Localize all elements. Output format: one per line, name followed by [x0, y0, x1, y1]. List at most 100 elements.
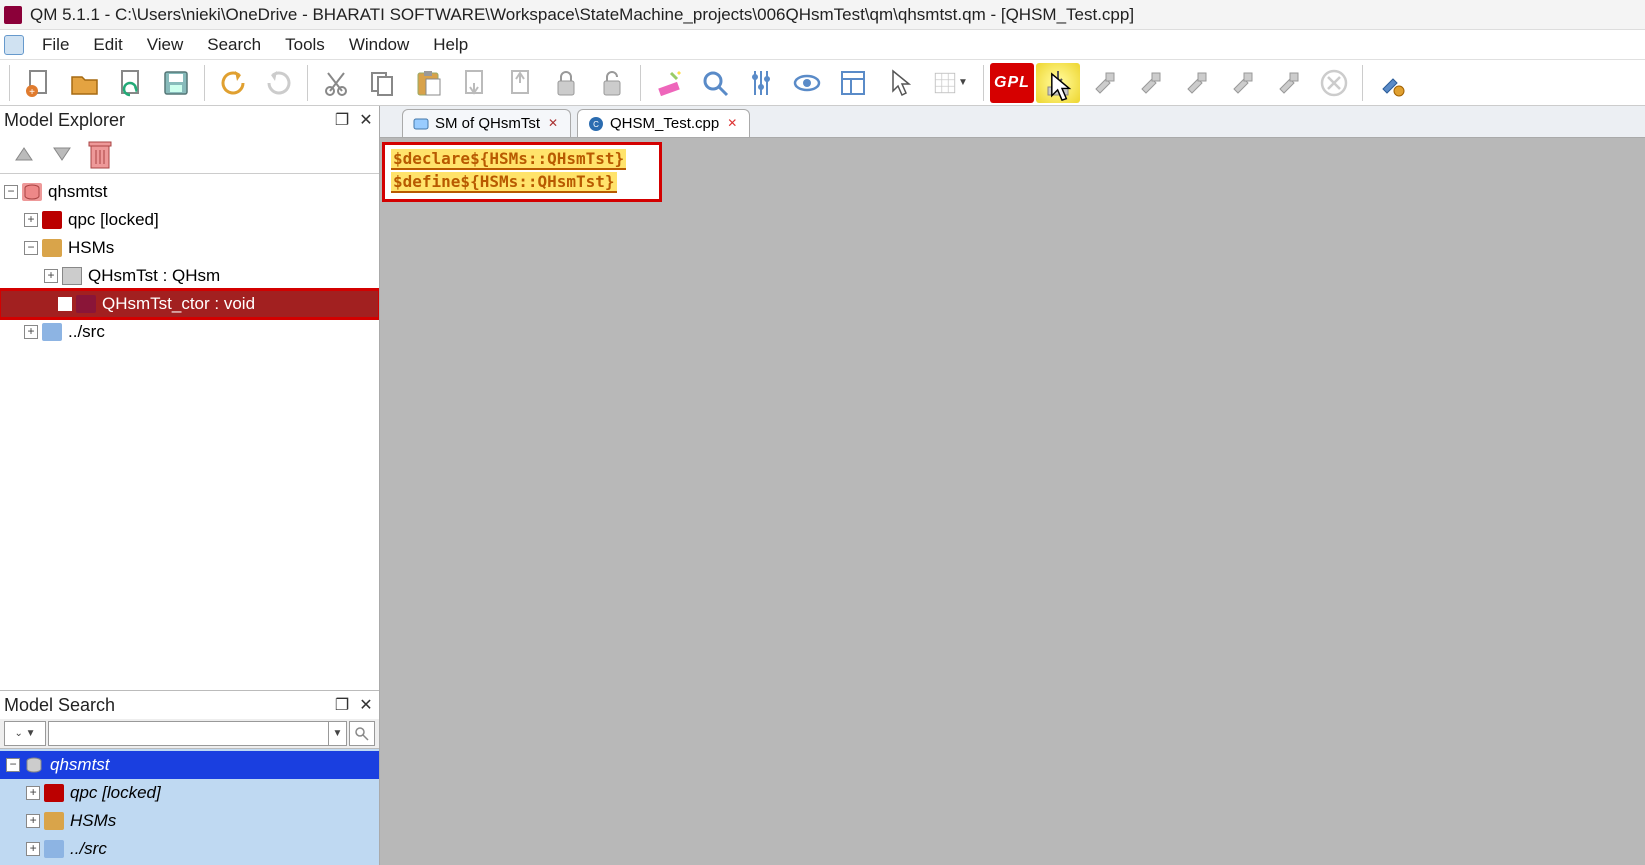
save-button[interactable] — [154, 63, 198, 103]
model-explorer-header: Model Explorer ❐ ✕ — [0, 106, 379, 134]
toolbar: + — [0, 60, 1645, 106]
model-icon — [22, 183, 42, 201]
window-title: QM 5.1.1 - C:\Users\nieki\OneDrive - BHA… — [30, 5, 1134, 25]
search-results-tree[interactable]: − qhsmtst + qpc [locked] + HSMs + — [0, 749, 379, 865]
tree-node-root[interactable]: − qhsmtst — [0, 178, 379, 206]
menu-help[interactable]: Help — [421, 33, 480, 57]
close-icon[interactable]: ✕ — [357, 111, 375, 129]
menu-search[interactable]: Search — [195, 33, 273, 57]
folder-icon — [44, 840, 64, 858]
package-icon — [42, 211, 62, 229]
tree-node-hsms[interactable]: − HSMs — [0, 234, 379, 262]
lock-button[interactable] — [544, 63, 588, 103]
editor-area[interactable]: $declare${HSMs::QHsmTst} $define${HSMs::… — [380, 138, 1645, 865]
search-history-dropdown[interactable]: ▼ — [328, 722, 346, 745]
svg-text:+: + — [29, 87, 35, 98]
close-icon[interactable]: ✕ — [725, 117, 739, 131]
code-highlight-box: $declare${HSMs::QHsmTst} $define${HSMs::… — [382, 142, 662, 202]
class-icon — [62, 267, 82, 285]
model-explorer-tree[interactable]: − qhsmtst + qpc [locked] − HSMs + QHsmTs… — [0, 174, 379, 690]
close-icon[interactable]: ✕ — [357, 696, 375, 714]
search-input[interactable] — [49, 722, 328, 745]
build-button-5[interactable] — [1266, 63, 1310, 103]
undo-button[interactable] — [211, 63, 255, 103]
model-search-title: Model Search — [4, 695, 115, 716]
svg-text:C: C — [593, 120, 599, 129]
explorer-toolbar — [0, 134, 379, 174]
tools-config-button[interactable] — [1369, 63, 1413, 103]
grid-dropdown[interactable]: ▼ — [923, 63, 977, 103]
folder-icon — [44, 812, 64, 830]
chevron-down-icon: ⌄ ▼ — [14, 728, 35, 739]
build-button-4[interactable] — [1220, 63, 1264, 103]
statemachine-icon — [413, 116, 429, 132]
operation-icon — [76, 295, 96, 313]
move-up-button[interactable] — [10, 140, 38, 168]
search-scope-dropdown[interactable]: ⌄ ▼ — [4, 721, 46, 746]
tab-label: SM of QHsmTst — [435, 115, 540, 132]
search-node-qpc[interactable]: + qpc [locked] — [0, 779, 379, 807]
tree-node-src[interactable]: + ../src — [0, 318, 379, 346]
paste-button[interactable] — [406, 63, 450, 103]
build-button-2[interactable] — [1128, 63, 1172, 103]
code-line[interactable]: $declare${HSMs::QHsmTst} — [391, 149, 626, 170]
close-icon[interactable]: ✕ — [546, 117, 560, 131]
chevron-down-icon: ▼ — [958, 77, 968, 88]
menu-tools[interactable]: Tools — [273, 33, 337, 57]
layout-button[interactable] — [831, 63, 875, 103]
tab-label: QHSM_Test.cpp — [610, 115, 719, 132]
move-down-button[interactable] — [48, 140, 76, 168]
code-line[interactable]: $define${HSMs::QHsmTst} — [391, 172, 617, 193]
redo-button[interactable] — [257, 63, 301, 103]
menu-view[interactable]: View — [135, 33, 196, 57]
find-button[interactable] — [693, 63, 737, 103]
unlock-button[interactable] — [590, 63, 634, 103]
restore-icon[interactable]: ❐ — [333, 111, 351, 129]
settings-button[interactable] — [739, 63, 783, 103]
tree-node-qhsmtst-class[interactable]: + QHsmTst : QHsm — [0, 262, 379, 290]
import-button[interactable] — [452, 63, 496, 103]
tree-node-qpc[interactable]: + qpc [locked] — [0, 206, 379, 234]
build-button-3[interactable] — [1174, 63, 1218, 103]
model-search-header: Model Search ❐ ✕ — [0, 691, 379, 719]
search-go-button[interactable] — [349, 721, 375, 746]
chevron-down-icon: ▼ — [333, 728, 343, 739]
title-bar: QM 5.1.1 - C:\Users\nieki\OneDrive - BHA… — [0, 0, 1645, 30]
reload-button[interactable] — [108, 63, 152, 103]
build-button-1[interactable] — [1082, 63, 1126, 103]
search-node-src[interactable]: + ../src — [0, 835, 379, 863]
pointer-button[interactable] — [877, 63, 921, 103]
model-search-panel: Model Search ❐ ✕ ⌄ ▼ ▼ — [0, 690, 379, 865]
tab-qhsm-test-cpp[interactable]: C QHSM_Test.cpp ✕ — [577, 109, 750, 137]
gpl-license-button[interactable]: GPL — [990, 63, 1034, 103]
cpp-file-icon: C — [588, 116, 604, 132]
tab-sm-of-qhsmtst[interactable]: SM of QHsmTst ✕ — [402, 109, 571, 137]
preview-button[interactable] — [785, 63, 829, 103]
menu-window[interactable]: Window — [337, 33, 421, 57]
model-icon — [24, 756, 44, 774]
open-button[interactable] — [62, 63, 106, 103]
search-input-wrapper: ▼ — [48, 721, 347, 746]
editor-tabs: SM of QHsmTst ✕ C QHSM_Test.cpp ✕ — [380, 106, 1645, 138]
cut-button[interactable] — [314, 63, 358, 103]
new-button[interactable]: + — [16, 63, 60, 103]
copy-button[interactable] — [360, 63, 404, 103]
tree-node-qhsmtst-ctor[interactable]: QHsmTst_ctor : void — [0, 290, 379, 318]
menu-bar: File Edit View Search Tools Window Help — [0, 30, 1645, 60]
restore-icon[interactable]: ❐ — [333, 696, 351, 714]
search-node-root[interactable]: − qhsmtst — [0, 751, 379, 779]
package-icon — [44, 784, 64, 802]
menu-file[interactable]: File — [30, 33, 81, 57]
folder-icon — [42, 239, 62, 257]
delete-button[interactable] — [86, 136, 114, 172]
doc-icon — [4, 35, 24, 55]
cleanup-button[interactable] — [647, 63, 691, 103]
cancel-build-button[interactable] — [1312, 63, 1356, 103]
search-bar: ⌄ ▼ ▼ — [0, 719, 379, 749]
app-icon — [4, 6, 22, 24]
export-button[interactable] — [498, 63, 542, 103]
menu-edit[interactable]: Edit — [81, 33, 134, 57]
search-node-hsms[interactable]: + HSMs — [0, 807, 379, 835]
generate-code-button[interactable] — [1036, 63, 1080, 103]
model-explorer-title: Model Explorer — [4, 110, 125, 131]
